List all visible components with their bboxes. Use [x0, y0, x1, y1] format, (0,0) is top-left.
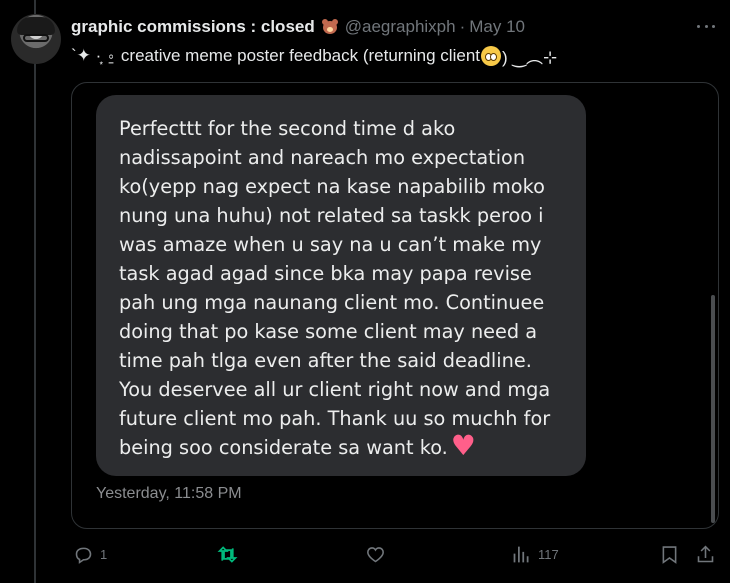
separator-dot: ·	[459, 17, 466, 36]
message-bubble: Perfecttt for the second time d ako nadi…	[96, 95, 586, 476]
attached-image[interactable]: Perfecttt for the second time d ako nadi…	[71, 82, 719, 529]
like-button[interactable]	[365, 544, 392, 565]
user-handle[interactable]: @aegraphixph	[345, 17, 456, 37]
reply-button[interactable]: 1	[73, 544, 107, 565]
scrollbar[interactable]	[711, 295, 715, 523]
bookmark-button[interactable]	[659, 544, 680, 565]
display-name[interactable]: graphic commissions : closed	[71, 17, 315, 37]
thread-connector-line	[34, 0, 36, 583]
teddy-bear-icon	[321, 18, 339, 36]
views-button[interactable]: 117	[511, 544, 559, 565]
pleading-face-icon	[481, 45, 501, 66]
share-icon	[697, 545, 714, 563]
heart-icon	[367, 547, 384, 563]
message-body: Perfecttt for the second time d ako nadi…	[119, 117, 551, 459]
tweet-text: `✦ ·͙ ⍛ creative meme poster feedback (r…	[71, 43, 557, 68]
retweet-button[interactable]	[217, 544, 244, 565]
tweet-action-bar: 1 117	[71, 540, 721, 570]
tweet-header: graphic commissions : closed @aegraphixp…	[71, 16, 525, 38]
message-text: Perfecttt for the second time d ako nadi…	[119, 114, 564, 462]
reply-icon	[75, 547, 92, 564]
reply-count: 1	[100, 547, 108, 562]
bookmark-icon	[662, 546, 677, 564]
tweet-text-prefix: `✦ ·͙ ⍛ creative meme poster feedback (r…	[71, 45, 480, 65]
share-button[interactable]	[695, 544, 716, 565]
views-chart-icon	[513, 546, 529, 563]
tweet-date[interactable]: May 10	[469, 17, 525, 37]
tweet-text-suffix: ) ‿︵⊹	[502, 48, 558, 67]
message-timestamp: Yesterday, 11:58 PM	[96, 485, 242, 502]
views-count: 117	[538, 547, 559, 562]
pink-heart-icon	[451, 431, 476, 460]
avatar[interactable]	[11, 14, 61, 64]
retweet-icon	[217, 546, 238, 563]
more-options-icon[interactable]	[694, 16, 718, 36]
